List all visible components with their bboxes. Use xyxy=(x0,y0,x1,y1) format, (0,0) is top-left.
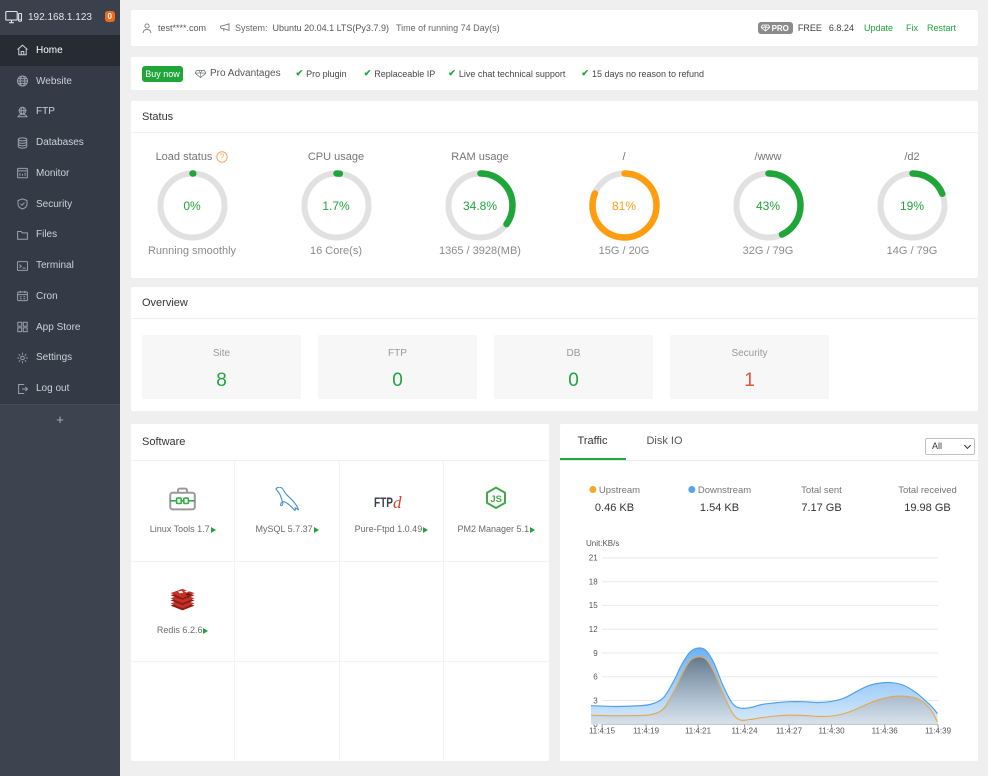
svg-text:?: ? xyxy=(220,152,225,161)
svg-text:Unit:KB/s: Unit:KB/s xyxy=(586,539,619,548)
svg-text:15: 15 xyxy=(588,601,597,610)
svg-text:11:4:21: 11:4:21 xyxy=(684,727,711,736)
svg-text:12: 12 xyxy=(588,625,597,634)
svg-text:11:4:36: 11:4:36 xyxy=(871,727,898,736)
svg-text:6: 6 xyxy=(593,673,598,682)
svg-text:11:4:15: 11:4:15 xyxy=(588,727,615,736)
svg-text:d: d xyxy=(393,493,402,511)
svg-text:11:4:19: 11:4:19 xyxy=(632,727,659,736)
svg-text:11:4:24: 11:4:24 xyxy=(731,727,758,736)
svg-text:11:4:27: 11:4:27 xyxy=(775,727,802,736)
svg-text:11:4:39: 11:4:39 xyxy=(924,727,951,736)
svg-text:18: 18 xyxy=(588,578,597,587)
svg-text:11:4:30: 11:4:30 xyxy=(818,727,845,736)
svg-text:JS: JS xyxy=(491,494,503,505)
svg-text:9: 9 xyxy=(593,649,598,658)
svg-text:FTP: FTP xyxy=(374,494,393,510)
svg-text:3: 3 xyxy=(593,696,598,705)
svg-text:21: 21 xyxy=(588,554,597,563)
